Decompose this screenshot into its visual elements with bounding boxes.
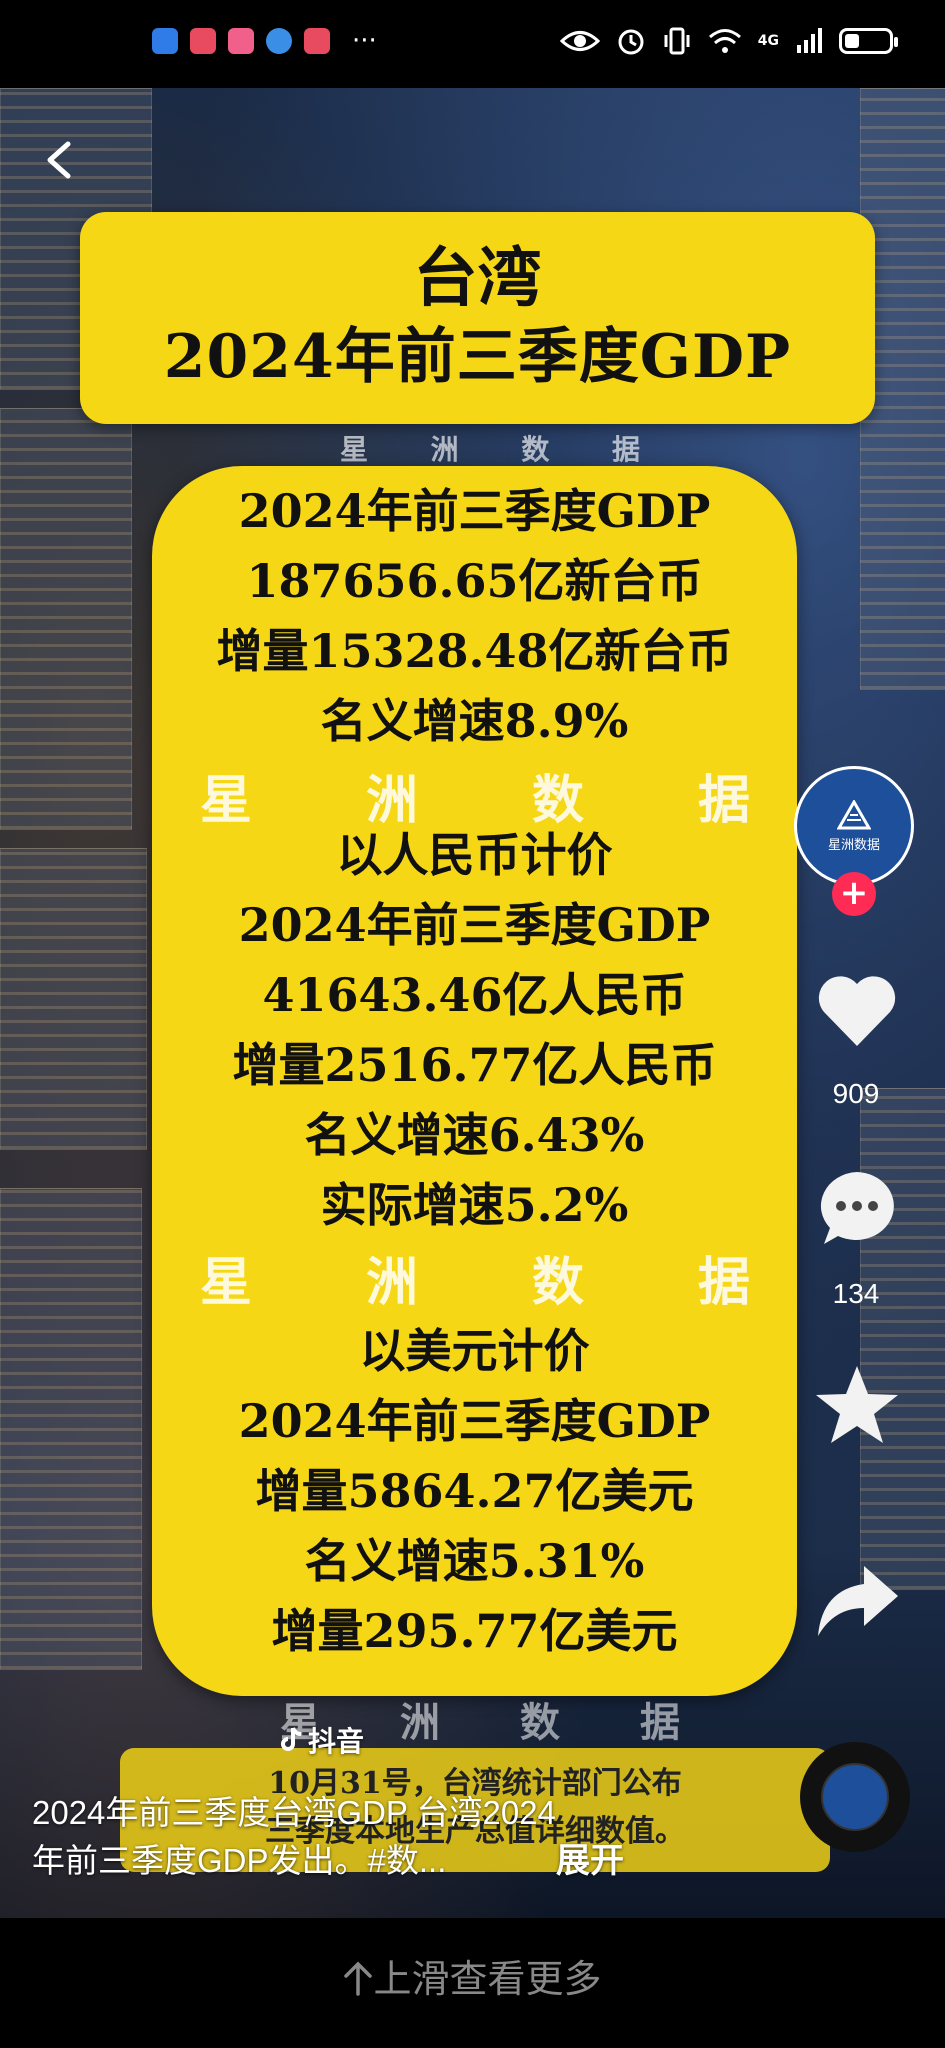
rmb-nominal-growth: 名义增速6.43% — [304, 1108, 645, 1162]
usd-period: 2024年前三季度GDP — [238, 1394, 711, 1448]
rmb-heading: 以人民币计价 — [336, 828, 613, 882]
system-icons: 4G — [559, 26, 898, 56]
watermark: 星 洲 数 据 — [200, 1252, 750, 1313]
rmb-gdp-value: 41643.46亿人民币 — [262, 968, 687, 1022]
title-period: 2024年前三季度GDP — [163, 322, 792, 392]
status-bar: ··· 4G — [0, 0, 945, 88]
wifi-icon — [708, 29, 741, 53]
more-notifications-icon: ··· — [352, 26, 377, 56]
vibrate-icon — [664, 27, 690, 55]
back-arrow-icon[interactable] — [40, 140, 80, 180]
music-disc[interactable] — [800, 1742, 910, 1852]
ntd-gdp-value: 187656.65亿新台币 — [246, 554, 703, 608]
gdp-info-card: 2024年前三季度GDP 187656.65亿新台币 增量15328.48亿新台… — [152, 466, 797, 1696]
share-icon[interactable] — [812, 1556, 902, 1646]
video-caption[interactable]: 2024年前三季度台湾GDP 台湾2024 — [32, 1790, 672, 1836]
app-notification-icon — [266, 28, 292, 54]
comment-icon[interactable] — [812, 1164, 902, 1254]
battery-icon — [839, 28, 898, 54]
network-type-label: 4G — [757, 33, 779, 49]
usd-gdp-value: 增量5864.27亿美元 — [255, 1464, 694, 1518]
swipe-up-text: 上滑查看更多 — [373, 1959, 602, 2001]
rmb-period: 2024年前三季度GDP — [238, 898, 711, 952]
comment-count: 134 — [832, 1278, 880, 1309]
douyin-note-icon — [281, 1727, 302, 1751]
title-region: 台湾 — [413, 241, 542, 316]
author-avatar[interactable]: 星洲数据 — [794, 766, 914, 886]
like-count: 909 — [832, 1078, 880, 1109]
swipe-up-hint[interactable]: 上滑查看更多 — [0, 1948, 945, 2003]
douyin-logo-text: 抖音 — [308, 1726, 365, 1757]
star-icon[interactable] — [812, 1360, 902, 1450]
app-notification-icon — [228, 28, 254, 54]
ntd-increment: 增量15328.48亿新台币 — [216, 624, 733, 678]
notification-icons: ··· — [152, 28, 377, 54]
ntd-nominal-growth: 名义增速8.9% — [320, 694, 629, 748]
heart-icon[interactable] — [812, 966, 902, 1056]
avatar-label: 星洲数据 — [827, 837, 880, 853]
app-notification-icon — [190, 28, 216, 54]
app-notification-icon — [304, 28, 330, 54]
app-notification-icon — [152, 28, 178, 54]
douyin-logo: 抖音 — [280, 1720, 364, 1760]
follow-button[interactable]: + — [832, 872, 876, 916]
signal-icon — [797, 28, 822, 53]
video-caption-line2[interactable]: 年前三季度GDP发出。#数... — [32, 1838, 446, 1884]
city-background — [0, 1188, 142, 1670]
title-banner: 台湾 2024年前三季度GDP — [80, 212, 875, 424]
rmb-real-growth: 实际增速5.2% — [320, 1178, 629, 1232]
eye-icon — [559, 31, 600, 51]
watermark: 星 洲 数 据 — [200, 770, 750, 831]
ntd-heading: 2024年前三季度GDP — [238, 484, 711, 538]
alarm-icon — [618, 29, 644, 55]
expand-caption-button[interactable]: 展开 — [556, 1838, 624, 1884]
watermark: 星 洲 数 据 — [340, 433, 640, 466]
usd-nominal-growth: 名义增速5.31% — [304, 1534, 645, 1588]
usd-increment: 增量295.77亿美元 — [271, 1604, 678, 1658]
city-background — [0, 848, 147, 1150]
usd-heading: 以美元计价 — [359, 1324, 590, 1378]
city-background — [0, 408, 132, 830]
rmb-increment: 增量2516.77亿人民币 — [232, 1038, 717, 1092]
music-cover — [821, 1763, 889, 1831]
up-arrow-icon — [344, 1961, 373, 1996]
triangle-logo-icon — [837, 799, 871, 829]
